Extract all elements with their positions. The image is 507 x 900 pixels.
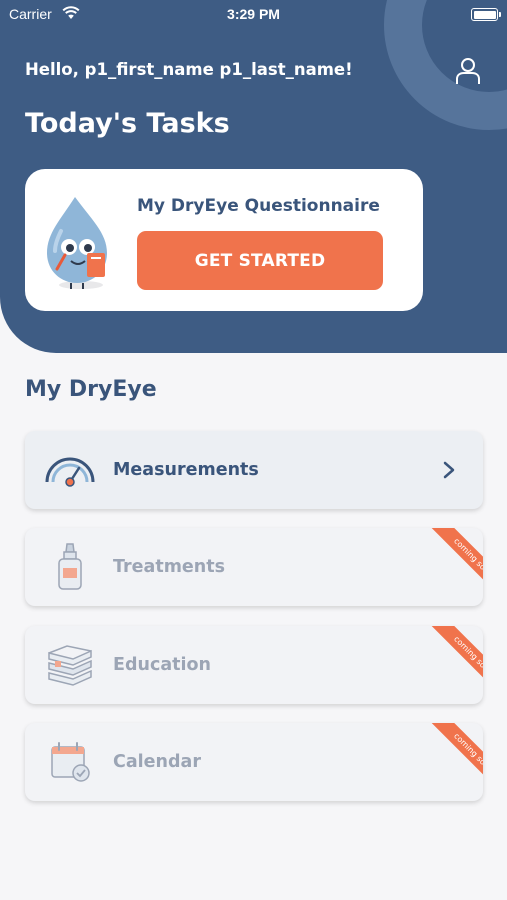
gauge-icon [43,443,97,497]
coming-soon-badge: coming soon [428,723,483,798]
coming-soon-badge: coming soon [428,528,483,603]
clock-time: 3:29 PM [227,6,280,22]
droplet-mascot-icon [47,197,107,289]
profile-button[interactable] [452,55,484,87]
page-title: Today's Tasks [25,108,230,139]
user-icon [456,58,480,84]
menu-item-label: Calendar [113,752,201,772]
section-title: My DryEye [25,377,157,402]
questionnaire-card: My DryEye Questionnaire GET STARTED [25,169,423,311]
menu-item-label: Education [113,655,211,675]
coming-soon-badge: coming soon [428,626,483,701]
menu-item-measurements[interactable]: Measurements [25,431,483,509]
menu-item-label: Measurements [113,460,259,480]
questionnaire-title: My DryEye Questionnaire [137,196,380,216]
chevron-right-icon [443,461,455,479]
greeting-text: Hello, p1_first_name p1_last_name! [25,60,353,79]
status-bar: Carrier 3:29 PM [0,0,507,30]
menu-item-label: Treatments [113,557,226,577]
books-icon [43,638,97,692]
get-started-button[interactable]: GET STARTED [137,231,383,290]
menu-item-calendar: Calendar coming soon [25,723,483,801]
eye-drop-bottle-icon [43,540,97,594]
menu-item-education: Education coming soon [25,626,483,704]
battery-icon [471,8,501,21]
calendar-check-icon [43,735,97,789]
menu-item-treatments: Treatments coming soon [25,528,483,606]
